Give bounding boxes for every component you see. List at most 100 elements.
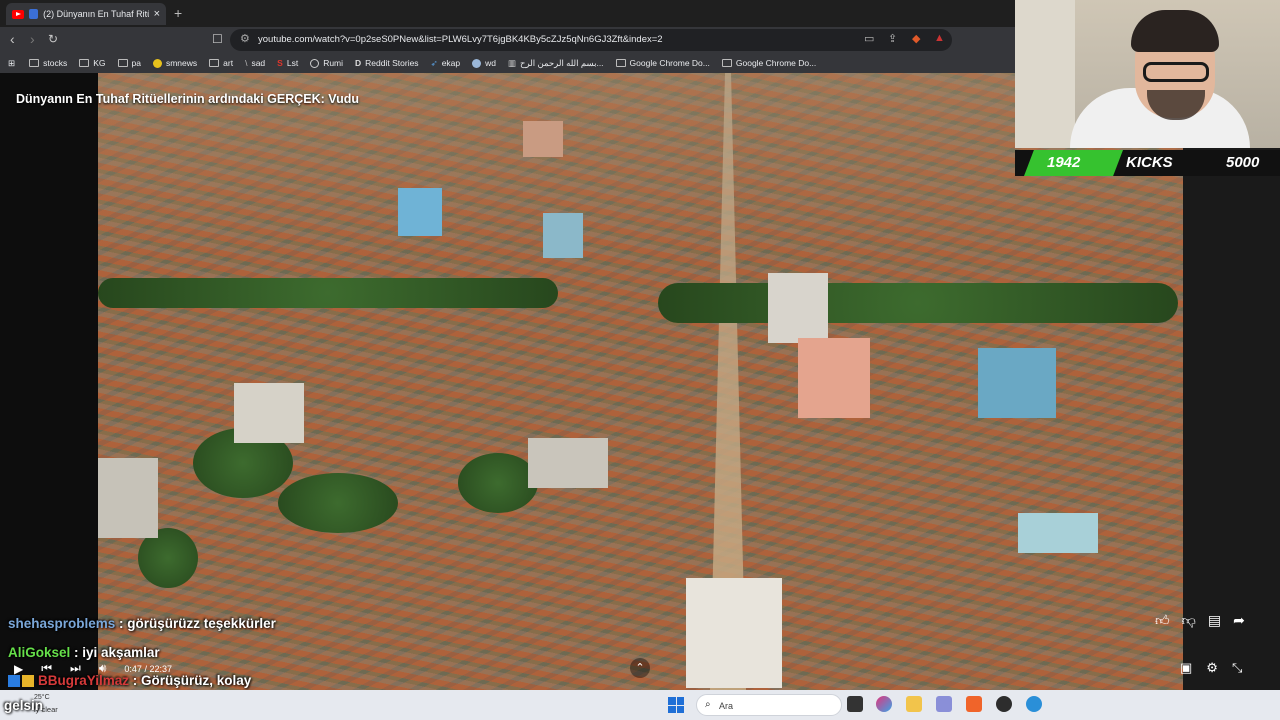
chat-text: : iyi akşamlar	[70, 645, 160, 660]
building	[528, 438, 608, 488]
bookmark-label: Lst	[286, 58, 299, 68]
time-display: 0:47 / 22:37	[124, 663, 172, 674]
file-explorer-icon[interactable]	[906, 696, 922, 712]
bookmark-besmele[interactable]: ▥ بسم الله الرحمن الرح...	[508, 58, 604, 69]
building	[1018, 513, 1098, 553]
search-icon: ⌕	[705, 699, 711, 710]
bookmark-label: KG	[93, 58, 106, 68]
comment-icon[interactable]: ▤	[1208, 612, 1221, 629]
taskbar-search[interactable]: ⌕ Ara	[696, 694, 842, 716]
copilot-icon[interactable]	[876, 696, 892, 712]
back-icon[interactable]: ‹	[10, 31, 15, 47]
player-right-controls: ▣ ⚙ ⤡	[1180, 660, 1242, 676]
exit-fullscreen-icon[interactable]: ⤡	[1232, 660, 1242, 676]
glasses	[1143, 62, 1209, 82]
extension-icon	[28, 9, 39, 19]
bookmark-icon[interactable]: ☐	[212, 32, 223, 46]
site-info-icon[interactable]: ⚙	[240, 32, 250, 45]
tree-line	[658, 283, 1178, 323]
chat-message: shehasproblems : görüşürüzz teşekkürler	[8, 616, 276, 631]
bookmark-label: Rumi	[323, 58, 344, 68]
brave-icon[interactable]	[966, 696, 982, 712]
bookmark-reddit-stories[interactable]: D Reddit Stories	[355, 58, 419, 68]
hair	[1131, 10, 1219, 52]
s-icon: S	[277, 58, 283, 68]
like-icon[interactable]: 👍︎	[1155, 612, 1170, 629]
browser-tab[interactable]: (2) Dünyanın En Tuhaf Ritüelleri ×	[6, 3, 166, 25]
d-icon: D	[355, 58, 362, 68]
cast-icon[interactable]: ▭	[864, 32, 874, 45]
wall	[1015, 0, 1075, 148]
bookmark-smnews[interactable]: smnews	[152, 58, 197, 68]
tab-strip: (2) Dünyanın En Tuhaf Ritüelleri × +	[0, 0, 1015, 27]
video-actions: 👍︎ 👎︎ ▤ ➦	[1155, 612, 1245, 629]
kicks-label: KICKS	[1126, 154, 1173, 171]
chevron-up-icon[interactable]: ⌃	[630, 658, 650, 678]
close-icon[interactable]: ×	[154, 8, 160, 20]
url-text: youtube.com/watch?v=0p2seS0PNew&list=PLW…	[258, 34, 663, 45]
brave-shield-icon[interactable]: ◆	[912, 32, 920, 45]
bookmark-label: art	[223, 58, 234, 68]
apps-icon[interactable]: ⊞	[8, 58, 15, 69]
reload-icon[interactable]: ↻	[48, 32, 58, 46]
bird-icon: ➶	[430, 57, 438, 68]
streamer-webcam	[1015, 0, 1280, 148]
bookmark-chrome-1[interactable]: Google Chrome Do...	[615, 58, 710, 68]
subtitles-icon[interactable]: ▣	[1180, 660, 1192, 676]
folder-icon	[117, 59, 128, 67]
building	[234, 383, 304, 443]
book-icon: ▥	[508, 57, 517, 68]
new-tab-button[interactable]: +	[174, 5, 182, 21]
globe-icon	[472, 58, 482, 68]
bookmark-lst[interactable]: S Lst	[277, 58, 298, 68]
bookmarks-bar: ⊞ stocks KG pa smnews art \ sad S Lst Rumi…	[0, 53, 1015, 73]
share-icon[interactable]: ➦	[1233, 612, 1245, 629]
folder-icon	[209, 59, 220, 67]
bookmark-wd[interactable]: wd	[472, 58, 496, 68]
bookmark-ekap[interactable]: ➶ ekap	[431, 58, 461, 69]
browser-toolbar: ‹ › ↻ ☐ ⚙ youtube.com/watch?v=0p2seS0PNe…	[0, 27, 1015, 53]
bookmark-label: بسم الله الرحمن الرح...	[520, 57, 604, 68]
video-title[interactable]: Dünyanın En Tuhaf Ritüellerinin ardındak…	[16, 92, 359, 106]
bookmark-label: wd	[485, 58, 496, 68]
bookmark-label: pa	[131, 58, 141, 68]
telegram-icon[interactable]	[1026, 696, 1042, 712]
bookmark-pa[interactable]: pa	[117, 58, 141, 68]
bookmark-kg[interactable]: KG	[79, 58, 106, 68]
windows-start-icon[interactable]	[668, 697, 684, 713]
crown-icon	[22, 675, 34, 688]
bookmark-art[interactable]: art	[209, 58, 233, 68]
youtube-icon	[12, 9, 24, 19]
chat-username: AliGoksel	[8, 645, 71, 660]
screen: (2) Dünyanın En Tuhaf Ritüelleri × + ‹ ›…	[0, 0, 1280, 720]
building	[798, 338, 870, 418]
share-icon[interactable]: ⇪	[888, 32, 897, 45]
chat-username: gelsin	[4, 698, 44, 713]
bookmark-rumi[interactable]: Rumi	[310, 58, 343, 68]
building	[768, 273, 828, 343]
chat-text: : Görüşürüz, kolay	[129, 673, 252, 688]
bookmark-chrome-2[interactable]: Google Chrome Do...	[721, 58, 816, 68]
rewards-icon[interactable]: ▲	[934, 32, 945, 44]
chat-message: AliGoksel : iyi akşamlar	[8, 645, 160, 660]
obs-icon[interactable]	[996, 696, 1012, 712]
snipping-tool-icon[interactable]	[936, 696, 952, 712]
windows-taskbar	[0, 690, 1280, 720]
bookmark-sad[interactable]: \ sad	[245, 58, 265, 68]
building	[523, 121, 563, 157]
settings-icon[interactable]: ⚙	[1206, 660, 1218, 676]
dot-icon	[152, 58, 162, 68]
folder-icon	[721, 59, 732, 67]
search-placeholder: Ara	[719, 701, 734, 711]
bookmark-label: sad	[251, 58, 266, 68]
chat-username: shehasproblems	[8, 616, 116, 631]
tree	[278, 473, 398, 533]
dislike-icon[interactable]: 👎︎	[1182, 612, 1196, 629]
chat-message: gelsin	[4, 698, 43, 713]
forward-icon[interactable]: ›	[30, 31, 35, 47]
building	[98, 458, 158, 538]
address-bar[interactable]: ⚙ youtube.com/watch?v=0p2seS0PNew&list=P…	[230, 29, 952, 51]
task-view-icon[interactable]	[847, 696, 863, 712]
folder-icon	[615, 59, 626, 67]
bookmark-stocks[interactable]: stocks	[29, 58, 67, 68]
